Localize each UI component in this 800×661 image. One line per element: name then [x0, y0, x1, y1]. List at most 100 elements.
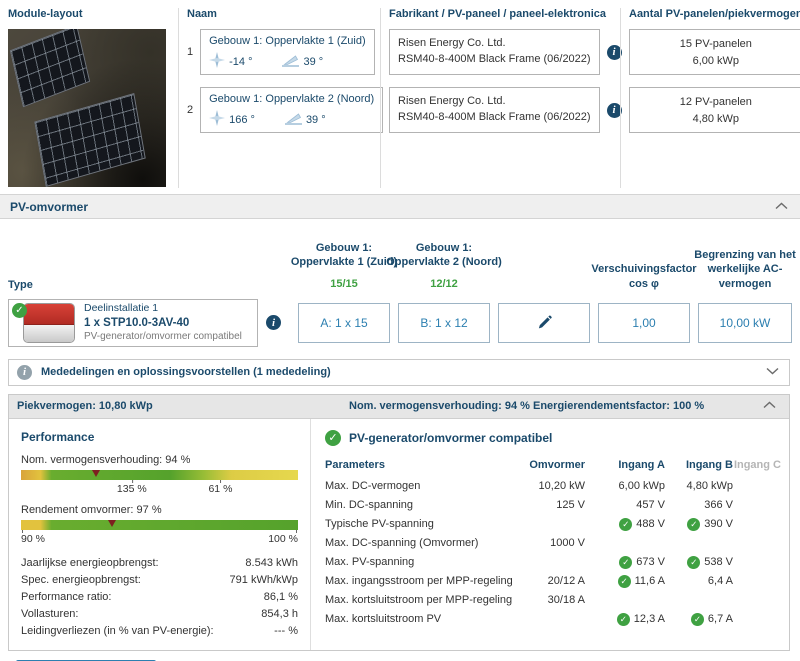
- azimuth-group: 166 °: [209, 110, 255, 129]
- azimuth-icon: [209, 52, 226, 71]
- name-header: Naam: [187, 8, 217, 20]
- cos-phi-column-header: Verschuivingsfactor cos φ: [591, 263, 697, 290]
- panel-info-box-2[interactable]: Risen Energy Co. Ltd. RSM40-8-400M Black…: [389, 87, 600, 133]
- surface-name: Gebouw 1: Oppervlakte 1 (Zuid): [209, 35, 366, 47]
- messages-label: Mededelingen en oplossingsvoorstellen (1…: [41, 366, 331, 379]
- inverter-description: Deelinstallatie 1 1 x STP10.0-3AV-40 PV-…: [84, 302, 242, 344]
- messages-bar[interactable]: i Mededelingen en oplossingsvoorstellen …: [8, 358, 790, 386]
- input-a-assignment[interactable]: A: 1 x 15: [298, 302, 390, 343]
- column-module-layout: Module-layout: [8, 8, 178, 188]
- inverter-section-header[interactable]: PV-omvormer: [0, 194, 800, 219]
- parameter-row: Max. kortsluitstroom per MPP-regeling 30…: [325, 594, 585, 607]
- gauge-tick: 135 %: [116, 479, 147, 495]
- ac-limit-value[interactable]: 10,00 kW: [698, 302, 792, 343]
- row-number: 1: [187, 46, 194, 58]
- azimuth-value: -14 °: [229, 55, 253, 68]
- inverter-type-box[interactable]: Deelinstallatie 1 1 x STP10.0-3AV-40 PV-…: [8, 298, 258, 347]
- gauge-marker: [108, 519, 117, 527]
- gauge-bar: [21, 519, 298, 530]
- cos-phi-value[interactable]: 1,00: [598, 302, 690, 343]
- parameter-row: Max. PV-spanning 673 V 538 V: [325, 553, 781, 572]
- inverter-compatibility-note: PV-generator/omvormer compatibel: [84, 331, 242, 343]
- pencil-icon: [538, 315, 552, 329]
- gauge-tick: 90 %: [21, 529, 45, 545]
- parameter-row: Typische PV-spanning 488 V 390 V: [325, 515, 781, 534]
- parameters-panel: PV-generator/omvormer compatibel Paramet…: [311, 419, 789, 650]
- stat-row: Leidingverliezen (in % van PV-energie): …: [21, 625, 298, 638]
- check-icon: [687, 517, 701, 531]
- module-layout-section: Module-layout Naam 1 Gebouw 1: Oppervlak…: [0, 0, 800, 188]
- input-b-assignment[interactable]: B: 1 x 12: [398, 302, 490, 343]
- panel-manufacturer: Risen Energy Co. Ltd.: [398, 37, 506, 49]
- check-icon: [325, 429, 341, 446]
- azimuth-value: 166 °: [229, 113, 255, 126]
- chevron-up-icon[interactable]: [775, 201, 788, 213]
- roof-satellite-image: [8, 29, 166, 187]
- surface2-column-header: Gebouw 1: Oppervlakte 2 (Noord) 12/12: [386, 241, 502, 291]
- panel-count-box-1[interactable]: 15 PV-panelen 6,00 kWp: [629, 29, 800, 75]
- panel-count-box-2[interactable]: 12 PV-panelen 4,80 kWp: [629, 87, 800, 133]
- ac-limit-column-header: Begrenzing van het werkelijke AC-vermoge…: [694, 249, 796, 290]
- panel-info-box-1[interactable]: Risen Energy Co. Ltd. RSM40-8-400M Black…: [389, 29, 600, 75]
- surface2-panel-ratio: 12/12: [430, 277, 458, 290]
- parameter-row: Max. DC-vermogen 10,20 kW 6,00 kWp 4,80 …: [325, 480, 733, 493]
- manufacturer-header: Fabrikant / PV-paneel / paneel-elektroni…: [389, 8, 607, 20]
- peak-power-summary: Piekvermogen: 10,80 kWp: [17, 400, 153, 413]
- azimuth-icon: [209, 110, 226, 129]
- surface-angles: -14 ° 39 °: [209, 52, 366, 71]
- tilt-icon: [282, 54, 300, 70]
- inverter-section-body: Type Gebouw 1: Oppervlakte 1 (Zuid) 15/1…: [0, 241, 800, 661]
- parameter-row: Max. DC-spanning (Omvormer) 1000 V: [325, 537, 585, 550]
- check-icon: [619, 517, 633, 531]
- check-icon: [619, 555, 633, 569]
- parameter-row: Max. ingangsstroom per MPP-regeling 20/1…: [325, 572, 781, 591]
- results-detail: Performance Nom. vermogensverhouding: 94…: [9, 418, 789, 650]
- tilt-group: 39 °: [282, 54, 323, 70]
- performance-stats: Jaarlijkse energieopbrengst: 8.543 kWh S…: [21, 555, 298, 640]
- check-icon: [616, 612, 630, 626]
- info-icon[interactable]: i: [266, 315, 281, 331]
- message-info-icon: i: [17, 364, 32, 380]
- parameter-row: Max. kortsluitstroom PV 12,3 A 6,7 A: [325, 610, 781, 629]
- stat-row: Vollasturen: 854,3 h: [21, 608, 298, 621]
- inverter-model: 1 x STP10.0-3AV-40: [84, 317, 190, 330]
- parameter-row: Min. DC-spanning 125 V 457 V 366 V: [325, 499, 733, 512]
- edit-assignment-button[interactable]: [498, 302, 590, 343]
- panel-model: RSM40-8-400M Black Frame (06/2022): [398, 110, 591, 123]
- compatible-check-icon: [12, 302, 27, 318]
- check-icon: [617, 574, 631, 588]
- panel-count: 15 PV-panelen: [679, 38, 752, 50]
- stat-row: Spec. energieopbrengst: 791 kWh/kWp: [21, 574, 298, 587]
- tilt-value: 39 °: [305, 113, 326, 126]
- check-icon: [690, 612, 704, 626]
- column-name: Naam 1 Gebouw 1: Oppervlakte 1 (Zuid) -1…: [178, 8, 384, 188]
- inverter-column-headers: Type Gebouw 1: Oppervlakte 1 (Zuid) 15/1…: [8, 241, 796, 291]
- results-summary-bar[interactable]: Piekvermogen: 10,80 kWp Nom. vermogensve…: [9, 394, 789, 419]
- panel-model: RSM40-8-400M Black Frame (06/2022): [398, 52, 591, 65]
- column-manufacturer: Fabrikant / PV-paneel / paneel-elektroni…: [380, 8, 622, 188]
- type-header: Type: [8, 278, 33, 291]
- surface-row-1: 1 Gebouw 1: Oppervlakte 1 (Zuid) -14 ° 3…: [187, 29, 375, 75]
- count-row-2: 12 PV-panelen 4,80 kWp: [629, 87, 800, 133]
- chevron-up-icon[interactable]: [763, 400, 779, 412]
- gauge-bar: [21, 469, 298, 480]
- panel-manufacturer: Risen Energy Co. Ltd.: [398, 95, 506, 107]
- surface-name-box-2[interactable]: Gebouw 1: Oppervlakte 2 (Noord) 166 ° 39…: [200, 87, 384, 133]
- count-header: Aantal PV-panelen/piekvermogen: [629, 8, 800, 20]
- row-number: 2: [187, 104, 194, 116]
- nominal-ratio-gauge: Nom. vermogensverhouding: 94 % 135 % 61 …: [21, 454, 298, 497]
- chevron-down-icon[interactable]: [766, 366, 779, 378]
- tilt-icon: [284, 112, 302, 128]
- pv-design-page: Module-layout Naam 1 Gebouw 1: Oppervlak…: [0, 0, 800, 661]
- surface-name-box-1[interactable]: Gebouw 1: Oppervlakte 1 (Zuid) -14 ° 39 …: [200, 29, 375, 75]
- panel-row-2: Risen Energy Co. Ltd. RSM40-8-400M Black…: [389, 87, 622, 133]
- stat-row: Performance ratio: 86,1 %: [21, 591, 298, 604]
- panel-count: 12 PV-panelen: [679, 96, 752, 108]
- column-count: Aantal PV-panelen/piekvermogen 15 PV-pan…: [620, 8, 800, 188]
- check-icon: [687, 555, 701, 569]
- module-layout-header: Module-layout: [8, 8, 83, 20]
- surface-angles: 166 ° 39 °: [209, 110, 374, 129]
- compatibility-status: PV-generator/omvormer compatibel: [325, 429, 781, 446]
- gauge-tick: 61 %: [208, 479, 233, 495]
- azimuth-group: -14 °: [209, 52, 252, 71]
